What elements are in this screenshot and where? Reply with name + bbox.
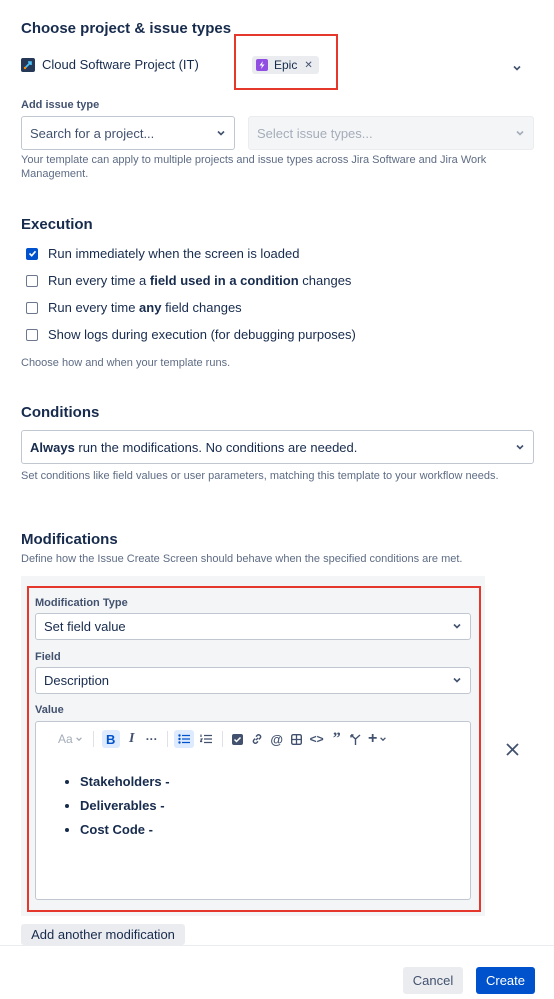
search-project-placeholder: Search for a project...	[30, 125, 155, 141]
checkbox-icon[interactable]	[26, 328, 38, 341]
footer-divider	[0, 945, 554, 946]
bullet-list-icon[interactable]	[173, 730, 194, 748]
project-expand-chevron-icon[interactable]	[512, 60, 522, 78]
checkbox-icon[interactable]	[26, 301, 38, 314]
bold-icon[interactable]: B	[101, 730, 120, 748]
modifications-subtitle: Define how the Issue Create Screen shoul…	[21, 553, 463, 565]
modification-type-value: Set field value	[44, 619, 126, 634]
execution-option-2[interactable]: Run every time a field used in a conditi…	[26, 273, 351, 288]
execution-option-label: Run immediately when the screen is loade…	[48, 246, 300, 261]
value-editor[interactable]: Aa B I ··· @ <> ” + Stakeholders - Deliv…	[35, 721, 471, 900]
mention-icon[interactable]: @	[267, 730, 287, 748]
epic-icon	[256, 59, 268, 71]
chevron-down-icon	[452, 673, 462, 688]
issue-types-placeholder: Select issue types...	[257, 125, 373, 141]
execution-option-label: Show logs during execution (for debuggin…	[48, 327, 356, 342]
chevron-down-icon	[452, 619, 462, 634]
field-select[interactable]: Description	[35, 667, 471, 694]
toolbar-divider	[221, 731, 223, 747]
decision-icon[interactable]	[347, 730, 365, 748]
project-row[interactable]: Cloud Software Project (IT)	[21, 57, 199, 72]
execution-option-1[interactable]: Run immediately when the screen is loade…	[26, 246, 299, 261]
insert-more-icon[interactable]: +	[365, 730, 391, 748]
search-project-select[interactable]: Search for a project...	[21, 116, 235, 150]
remove-chip-icon[interactable]: ✕	[304, 60, 312, 71]
issue-types-select[interactable]: Select issue types...	[248, 116, 534, 150]
checkbox-action-icon[interactable]	[229, 730, 247, 748]
list-item: Deliverables -	[80, 798, 170, 813]
list-item: Cost Code -	[80, 822, 170, 837]
numbered-list-icon[interactable]	[196, 730, 216, 748]
toolbar-divider	[166, 731, 168, 747]
more-formatting-icon[interactable]: ···	[143, 730, 161, 748]
conditions-select[interactable]: Always run the modifications. No conditi…	[21, 430, 534, 464]
text-style-dropdown[interactable]: Aa	[58, 730, 83, 748]
editor-toolbar: Aa B I ··· @ <> ” +	[36, 722, 470, 756]
add-another-modification-button[interactable]: Add another modification	[21, 924, 185, 945]
chevron-down-icon	[515, 126, 525, 141]
project-name: Cloud Software Project (IT)	[42, 57, 199, 72]
remove-modification-close-icon[interactable]	[505, 742, 520, 762]
execution-option-3[interactable]: Run every time any field changes	[26, 300, 242, 315]
cancel-button[interactable]: Cancel	[403, 967, 463, 994]
code-icon[interactable]: <>	[307, 730, 327, 748]
quote-icon[interactable]: ”	[327, 730, 347, 748]
field-value: Description	[44, 673, 110, 688]
execution-option-4[interactable]: Show logs during execution (for debuggin…	[26, 327, 356, 342]
link-icon[interactable]	[247, 730, 267, 748]
execution-option-label: Run every time a field used in a conditi…	[48, 273, 352, 288]
italic-icon[interactable]: I	[123, 730, 141, 748]
value-label: Value	[35, 704, 64, 716]
section-title-project: Choose project & issue types	[21, 20, 232, 37]
modification-type-label: Modification Type	[35, 597, 128, 609]
field-label: Field	[35, 651, 61, 663]
chevron-down-icon	[515, 440, 525, 455]
project-help-text: Your template can apply to multiple proj…	[21, 154, 487, 180]
checkbox-icon[interactable]	[26, 274, 38, 287]
create-button[interactable]: Create	[476, 967, 535, 994]
section-title-execution: Execution	[21, 216, 93, 233]
table-icon[interactable]	[287, 730, 307, 748]
conditions-select-value: Always run the modifications. No conditi…	[30, 439, 358, 455]
list-item: Stakeholders -	[80, 774, 170, 789]
rocket-icon	[21, 57, 35, 72]
chevron-down-icon	[216, 126, 226, 141]
execution-help-text: Choose how and when your template runs.	[21, 357, 231, 369]
execution-option-label: Run every time any field changes	[48, 300, 242, 315]
modification-type-select[interactable]: Set field value	[35, 613, 471, 640]
add-issue-type-label: Add issue type	[21, 99, 100, 111]
issue-type-chip[interactable]: Epic ✕	[252, 56, 319, 74]
editor-content: Stakeholders - Deliverables - Cost Code …	[62, 774, 170, 837]
section-title-conditions: Conditions	[21, 404, 100, 421]
conditions-help-text: Set conditions like field values or user…	[21, 470, 499, 482]
issue-type-chip-label: Epic	[274, 58, 298, 72]
toolbar-divider	[92, 731, 94, 747]
section-title-modifications: Modifications	[21, 531, 118, 548]
checkbox-checked-icon[interactable]	[26, 247, 38, 260]
